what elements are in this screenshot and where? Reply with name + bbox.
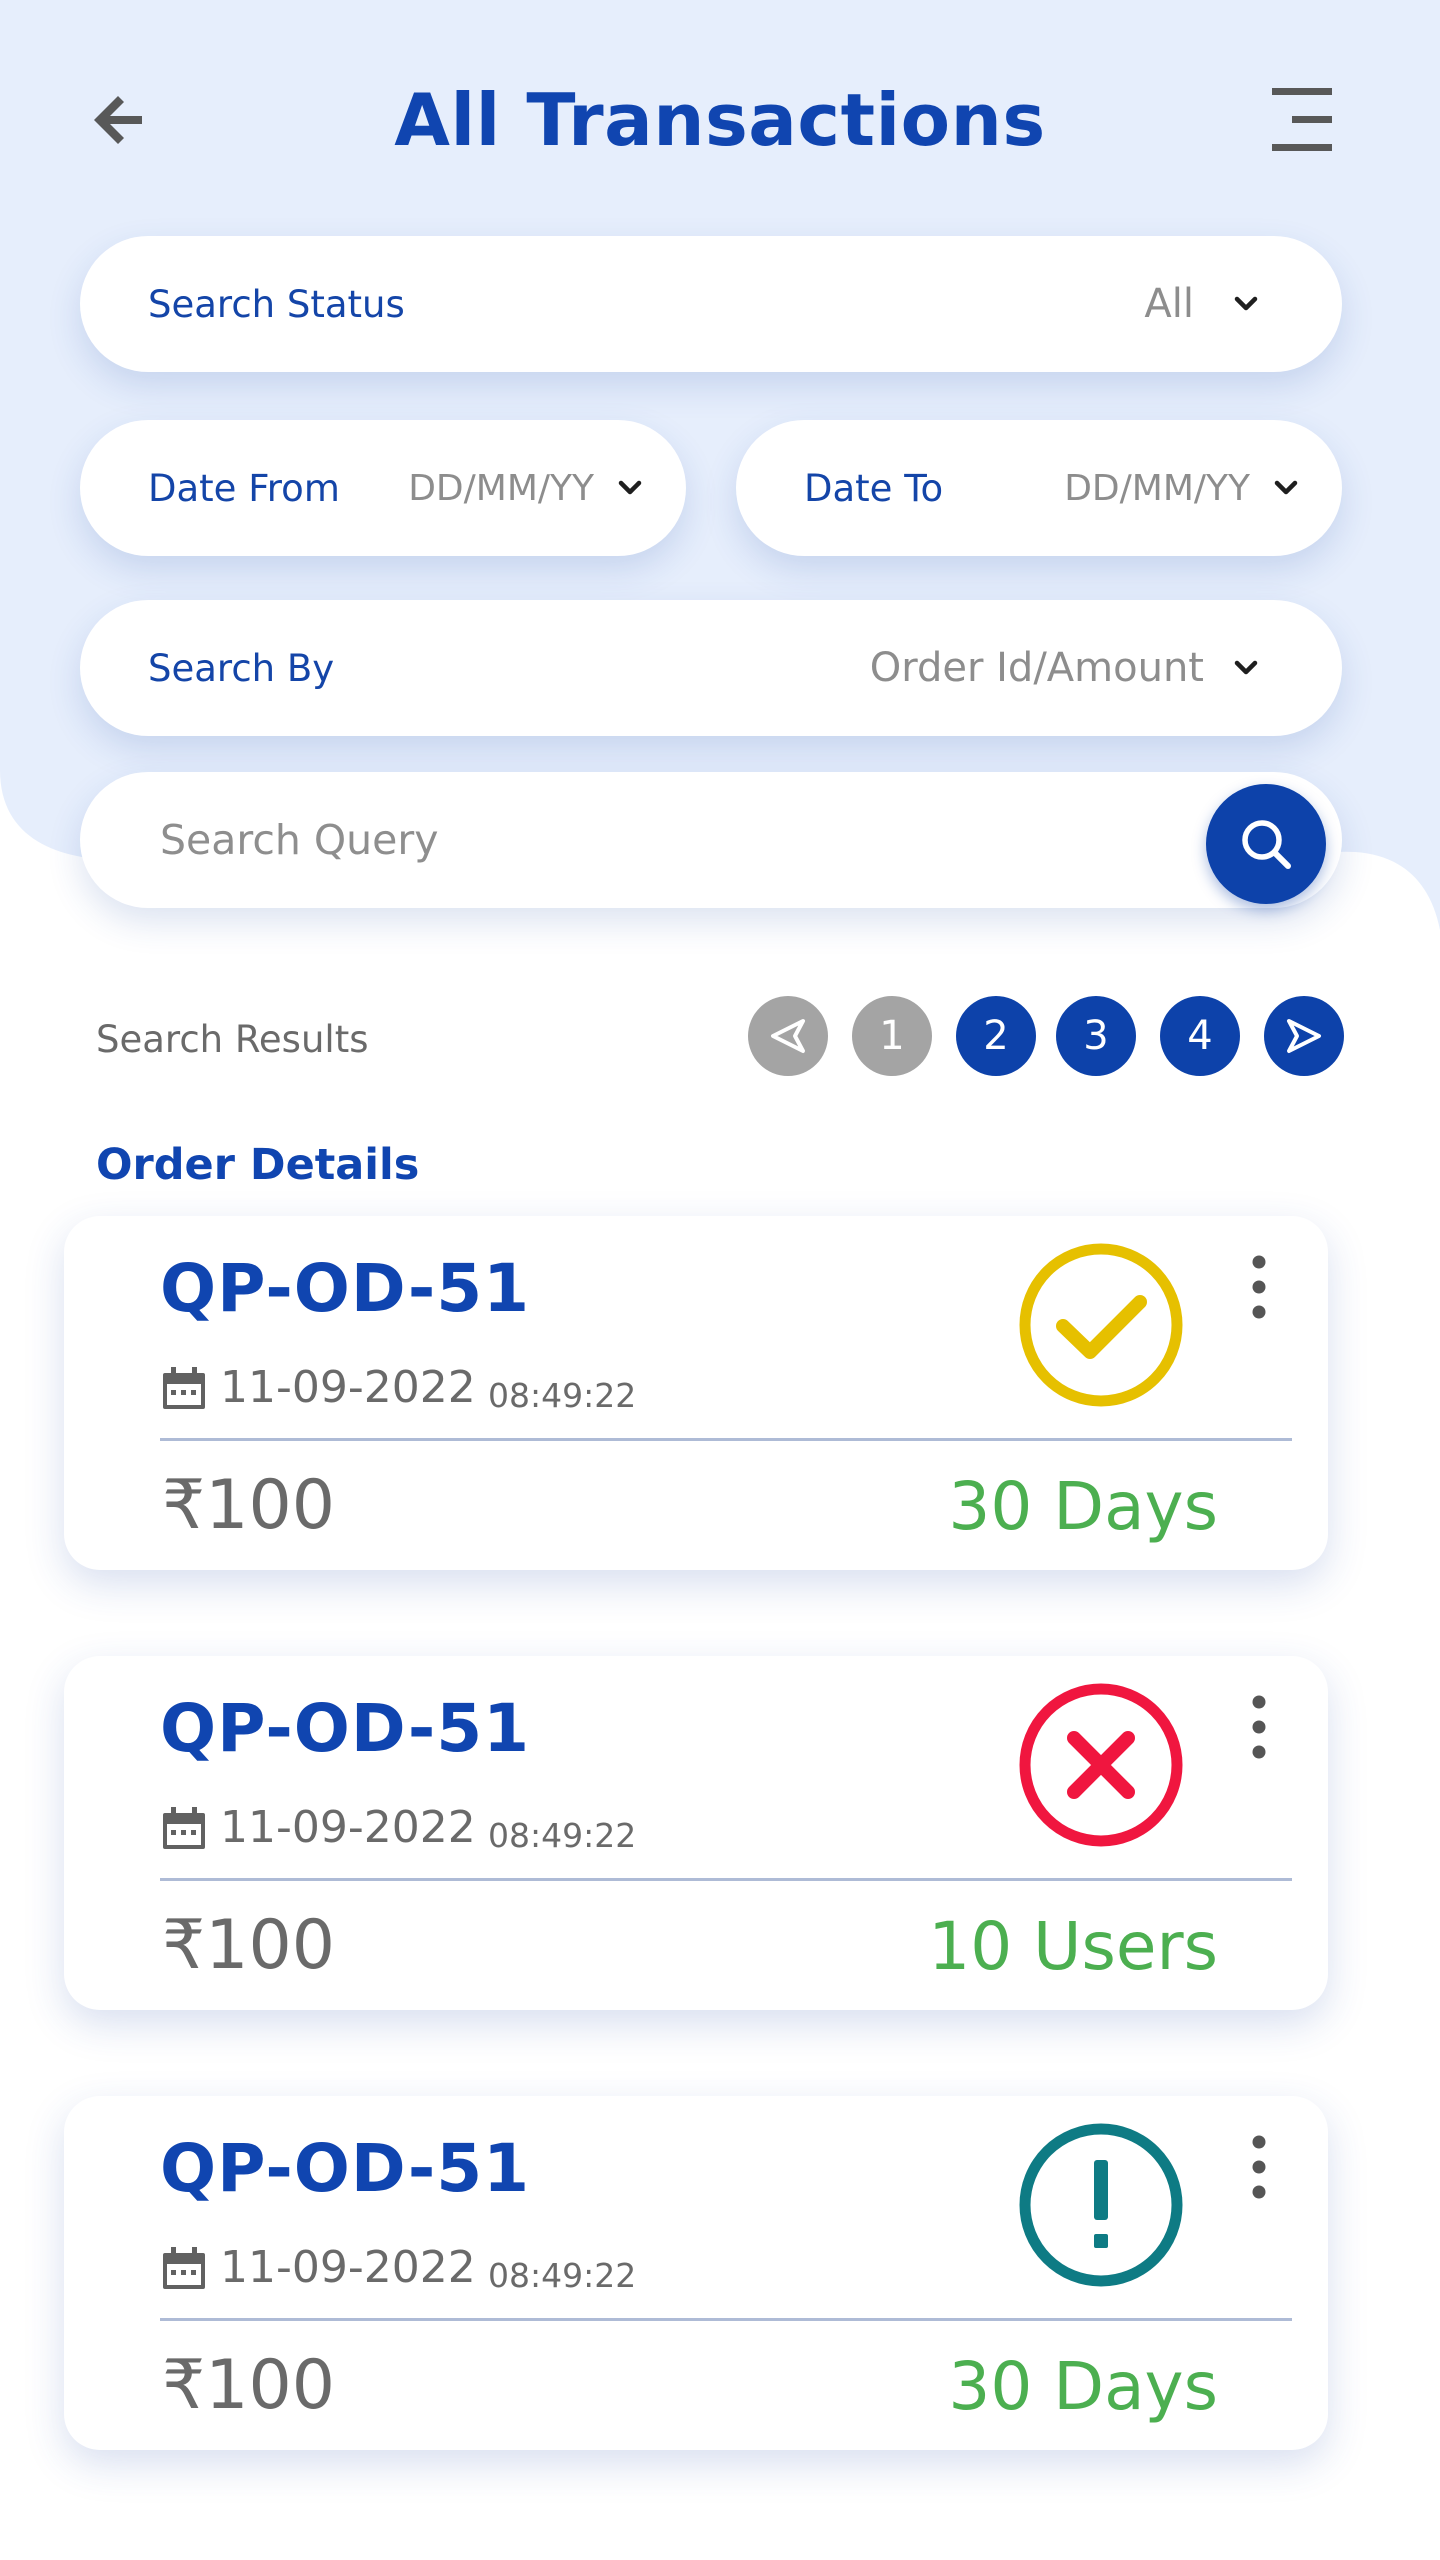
date-to-value: DD/MM/YY — [1064, 467, 1250, 509]
x-circle-icon — [1019, 1683, 1183, 1847]
order-plan-detail: 30 Days — [948, 1468, 1218, 1545]
check-circle-icon — [1019, 1243, 1183, 1407]
date-to-dropdown[interactable]: Date To DD/MM/YY — [736, 420, 1342, 556]
search-by-value: Order Id/Amount — [869, 645, 1204, 691]
order-time: 08:49:22 — [488, 1376, 637, 1415]
card-divider — [160, 1438, 1292, 1441]
chevron-down-icon — [1234, 296, 1258, 311]
page-button-3[interactable]: 3 — [1056, 996, 1136, 1076]
search-query-bar — [80, 772, 1342, 908]
page-title: All Transactions — [394, 78, 1046, 162]
card-divider — [160, 2318, 1292, 2321]
arrow-left-send-icon — [771, 1019, 805, 1053]
prev-page-button[interactable] — [748, 996, 828, 1076]
order-id: QP-OD-51 — [160, 1250, 531, 1327]
more-options-icon[interactable] — [1234, 1692, 1284, 1762]
date-from-dropdown[interactable]: Date From DD/MM/YY — [80, 420, 686, 556]
order-date: 11-09-2022 — [220, 1362, 476, 1413]
order-card[interactable]: QP-OD-51 11-09-2022 08:49:22 ₹100 30 Day… — [64, 1216, 1328, 1570]
menu-button[interactable] — [1264, 82, 1342, 158]
date-from-value: DD/MM/YY — [408, 467, 594, 509]
order-id: QP-OD-51 — [160, 1690, 531, 1767]
date-from-label: Date From — [148, 466, 340, 510]
order-id: QP-OD-51 — [160, 2130, 531, 2207]
calendar-icon — [163, 2247, 205, 2289]
order-details-heading: Order Details — [96, 1140, 420, 1190]
order-amount: ₹100 — [162, 1906, 336, 1985]
order-card[interactable]: QP-OD-51 11-09-2022 08:49:22 ₹100 10 Use… — [64, 1656, 1328, 2010]
more-options-icon[interactable] — [1234, 1252, 1284, 1322]
page-button-4[interactable]: 4 — [1160, 996, 1240, 1076]
chevron-down-icon — [1274, 480, 1298, 495]
app-header: All Transactions — [0, 60, 1440, 190]
search-results-label: Search Results — [96, 1018, 369, 1061]
page-button-2[interactable]: 2 — [956, 996, 1036, 1076]
card-divider — [160, 1878, 1292, 1881]
next-page-button[interactable] — [1264, 996, 1344, 1076]
order-card[interactable]: QP-OD-51 11-09-2022 08:49:22 ₹100 30 Day… — [64, 2096, 1328, 2450]
search-by-label: Search By — [148, 646, 335, 690]
chevron-down-icon — [618, 480, 642, 495]
order-plan-detail: 10 Users — [928, 1908, 1218, 1985]
order-time: 08:49:22 — [488, 2256, 637, 2295]
exclamation-circle-icon — [1019, 2123, 1183, 2287]
date-to-label: Date To — [804, 466, 944, 510]
order-amount: ₹100 — [162, 1466, 336, 1545]
arrow-right-send-icon — [1287, 1019, 1321, 1053]
menu-icon — [1272, 88, 1332, 151]
calendar-icon — [163, 1807, 205, 1849]
page-button-1[interactable]: 1 — [852, 996, 932, 1076]
order-plan-detail: 30 Days — [948, 2348, 1218, 2425]
search-status-value: All — [1144, 281, 1194, 327]
search-status-dropdown[interactable]: Search Status All — [80, 236, 1342, 372]
calendar-icon — [163, 1367, 205, 1409]
order-date: 11-09-2022 — [220, 1802, 476, 1853]
search-status-label: Search Status — [148, 282, 405, 326]
order-date: 11-09-2022 — [220, 2242, 476, 2293]
search-by-dropdown[interactable]: Search By Order Id/Amount — [80, 600, 1342, 736]
search-button[interactable] — [1206, 784, 1326, 904]
search-query-input[interactable] — [160, 772, 1160, 908]
order-time: 08:49:22 — [488, 1816, 637, 1855]
more-options-icon[interactable] — [1234, 2132, 1284, 2202]
chevron-down-icon — [1234, 660, 1258, 675]
order-amount: ₹100 — [162, 2346, 336, 2425]
search-icon — [1242, 820, 1291, 869]
